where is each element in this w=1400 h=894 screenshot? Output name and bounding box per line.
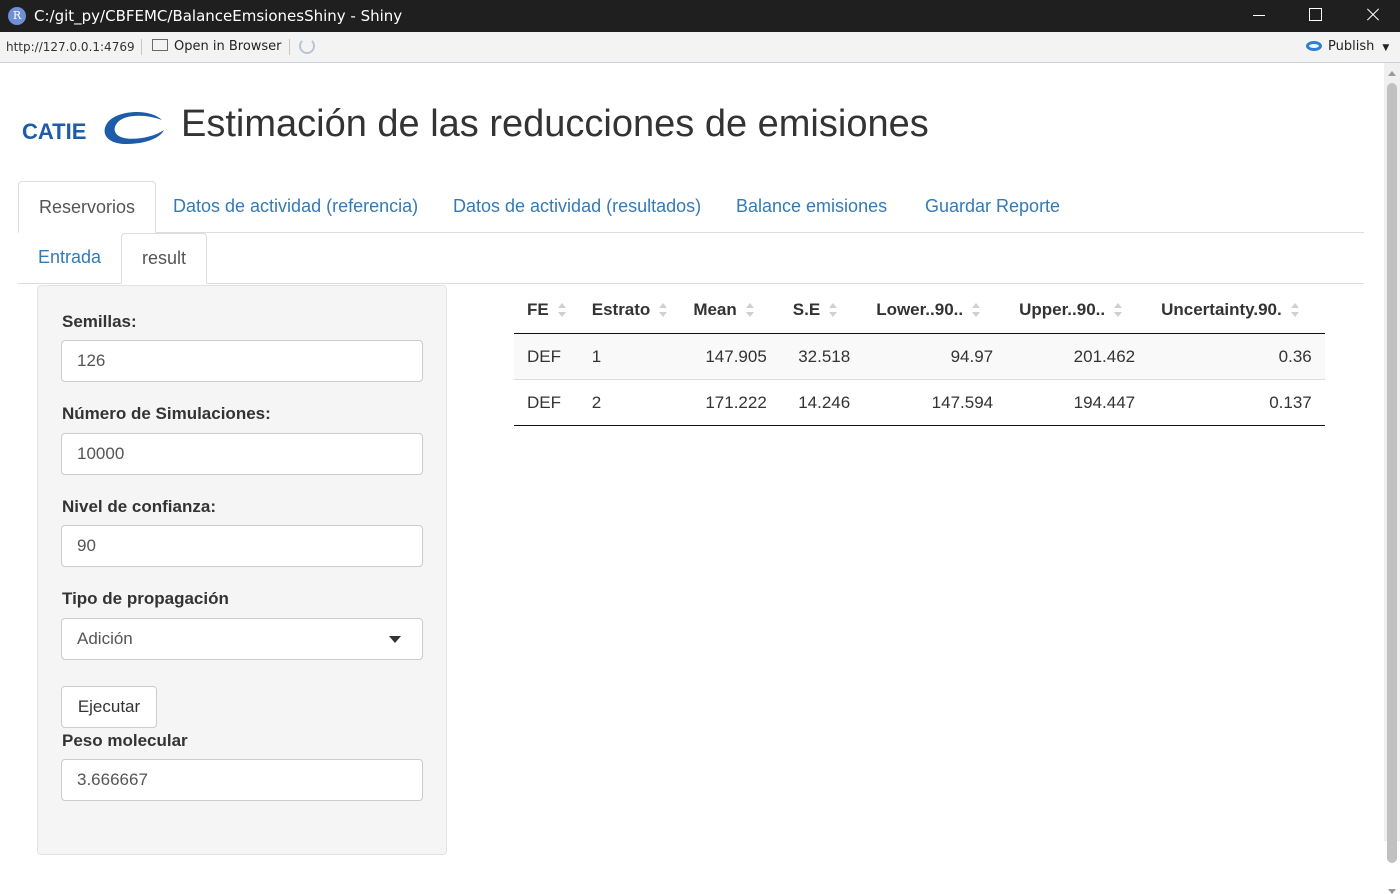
maximize-icon bbox=[1309, 8, 1322, 21]
table-row: DEF 2 171.222 14.246 147.594 194.447 0.1… bbox=[514, 379, 1325, 426]
ejecutar-button[interactable]: Ejecutar bbox=[61, 686, 157, 728]
column-header-label: Estrato bbox=[591, 299, 651, 319]
semillas-label: Semillas: bbox=[62, 312, 137, 331]
sort-icon bbox=[1290, 302, 1299, 318]
tab-result[interactable]: result bbox=[121, 233, 208, 284]
column-header-label: Lower..90.. bbox=[876, 299, 964, 319]
column-header-label: FE bbox=[527, 299, 549, 319]
table-cell: 0.137 bbox=[1148, 379, 1325, 426]
table-cell: DEF bbox=[514, 379, 579, 426]
column-header-label: Upper..90.. bbox=[1019, 299, 1106, 319]
sort-icon bbox=[745, 302, 754, 318]
table-cell: 147.905 bbox=[680, 333, 780, 380]
window-title-bar: R C:/git_py/CBFEMC/BalanceEmsionesShiny … bbox=[0, 0, 1400, 32]
sort-icon bbox=[829, 302, 838, 318]
url-display[interactable]: http://127.0.0.1:4769 bbox=[6, 40, 135, 54]
table-row: DEF 1 147.905 32.518 94.97 201.462 0.36 bbox=[514, 333, 1325, 380]
maximize-button[interactable] bbox=[1289, 0, 1341, 32]
table-cell: 1 bbox=[578, 333, 681, 380]
minimize-button[interactable] bbox=[1232, 0, 1284, 32]
tab-datos-resultados[interactable]: Datos de actividad (resultados) bbox=[433, 181, 721, 232]
tab-balance-emisiones[interactable]: Balance emisiones bbox=[716, 181, 907, 232]
propagacion-select[interactable]: Adición bbox=[61, 618, 423, 660]
scrollbar-thumb[interactable] bbox=[1387, 83, 1397, 863]
tab-guardar-reporte[interactable]: Guardar Reporte bbox=[905, 181, 1080, 232]
column-header-mean[interactable]: Mean bbox=[680, 286, 780, 334]
chevron-down-icon bbox=[389, 636, 401, 643]
column-header-lower[interactable]: Lower..90.. bbox=[863, 286, 1007, 334]
column-header-fe[interactable]: FE bbox=[514, 286, 579, 334]
publish-icon bbox=[1306, 41, 1322, 51]
chevron-down-icon: ▼ bbox=[1382, 43, 1390, 53]
column-header-upper[interactable]: Upper..90.. bbox=[1006, 286, 1149, 334]
semillas-input[interactable]: 126 bbox=[61, 340, 423, 382]
page-title: Estimación de las reducciones de emision… bbox=[181, 103, 929, 145]
scroll-up-arrow-icon[interactable] bbox=[1388, 71, 1396, 76]
peso-molecular-input[interactable]: 3.666667 bbox=[61, 759, 423, 801]
table-cell: 194.447 bbox=[1006, 379, 1149, 426]
browser-window-icon bbox=[152, 39, 168, 51]
sort-icon bbox=[557, 302, 566, 318]
sub-tabs: Entrada result bbox=[18, 233, 1364, 284]
sort-icon bbox=[972, 302, 981, 318]
vertical-scrollbar[interactable] bbox=[1384, 63, 1400, 894]
propagacion-label: Tipo de propagación bbox=[62, 589, 229, 608]
table-cell: 171.222 bbox=[680, 379, 780, 426]
catie-logo: CATIE bbox=[22, 111, 164, 144]
table-cell: DEF bbox=[514, 333, 579, 380]
table-cell: 94.97 bbox=[863, 333, 1007, 380]
tab-datos-referencia[interactable]: Datos de actividad (referencia) bbox=[153, 181, 438, 232]
table-cell: 14.246 bbox=[779, 379, 864, 426]
column-header-uncertainty[interactable]: Uncertainty.90. bbox=[1148, 286, 1325, 334]
propagacion-selected-value: Adición bbox=[77, 629, 133, 648]
minimize-icon bbox=[1253, 15, 1265, 16]
catie-logo-text: CATIE bbox=[22, 119, 86, 144]
column-header-se[interactable]: S.E bbox=[779, 286, 864, 334]
table-cell: 2 bbox=[578, 379, 681, 426]
column-header-label: Mean bbox=[693, 299, 737, 319]
catie-logo-swoosh bbox=[104, 111, 164, 144]
tab-reservorios[interactable]: Reservorios bbox=[18, 181, 157, 233]
viewer-toolbar: http://127.0.0.1:4769 Open in Browser Pu… bbox=[0, 32, 1400, 63]
sort-icon bbox=[1114, 302, 1123, 318]
column-header-label: Uncertainty.90. bbox=[1161, 299, 1282, 319]
toolbar-separator bbox=[289, 39, 290, 55]
window-title: C:/git_py/CBFEMC/BalanceEmsionesShiny - … bbox=[34, 7, 403, 25]
table-header-row: FE Estrato Mean S.E Lower..90.. Upper..9… bbox=[514, 286, 1325, 334]
peso-molecular-label: Peso molecular bbox=[62, 731, 188, 750]
publish-button[interactable]: Publish ▼ bbox=[1306, 39, 1389, 54]
confianza-label: Nivel de confianza: bbox=[62, 497, 216, 516]
results-table: FE Estrato Mean S.E Lower..90.. Upper..9… bbox=[514, 286, 1325, 426]
close-button[interactable] bbox=[1346, 0, 1398, 32]
column-header-label: S.E bbox=[792, 299, 821, 319]
r-app-icon: R bbox=[8, 7, 26, 25]
confianza-input[interactable]: 90 bbox=[61, 525, 423, 567]
tab-entrada[interactable]: Entrada bbox=[18, 233, 121, 283]
open-in-browser-label: Open in Browser bbox=[174, 39, 282, 54]
simulaciones-label: Número de Simulaciones: bbox=[62, 404, 271, 423]
toolbar-separator bbox=[141, 39, 142, 55]
table-cell: 201.462 bbox=[1006, 333, 1149, 380]
sort-icon bbox=[659, 302, 668, 318]
table-cell: 0.36 bbox=[1148, 333, 1325, 380]
table-cell: 147.594 bbox=[863, 379, 1007, 426]
simulaciones-input[interactable]: 10000 bbox=[61, 433, 423, 475]
main-tabs: Reservorios Datos de actividad (referenc… bbox=[18, 181, 1364, 233]
open-in-browser-button[interactable]: Open in Browser bbox=[152, 39, 282, 54]
scroll-down-arrow-icon[interactable] bbox=[1388, 889, 1396, 894]
publish-label: Publish bbox=[1328, 39, 1375, 54]
column-header-estrato[interactable]: Estrato bbox=[578, 286, 681, 334]
table-cell: 32.518 bbox=[779, 333, 864, 380]
refresh-icon[interactable] bbox=[299, 38, 315, 54]
